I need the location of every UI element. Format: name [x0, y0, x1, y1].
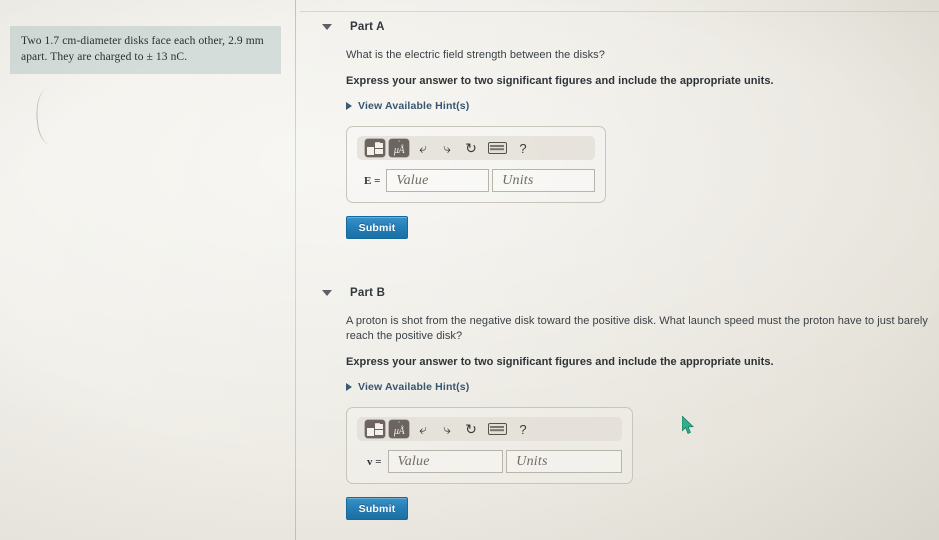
parts-column: Part A What is the electric field streng… — [318, 0, 939, 540]
part-a-variable-label: E = — [364, 174, 381, 187]
reset-icon: ↻ — [465, 140, 477, 156]
part-a-field-row: E = Value Units — [357, 169, 595, 192]
part-a-body: What is the electric field strength betw… — [346, 48, 939, 239]
caret-right-icon — [346, 383, 352, 391]
reset-icon: ↻ — [465, 421, 477, 437]
help-icon: ? — [519, 140, 527, 156]
redo-icon: ⤶ — [443, 140, 451, 156]
part-b-value-placeholder: Value — [397, 453, 430, 469]
part-b-field-row: v = Value Units — [357, 450, 622, 473]
part-a-value-input[interactable]: Value — [386, 169, 490, 192]
part-a-units-input[interactable]: Units — [492, 169, 595, 192]
part-b-units-placeholder: Units — [516, 453, 548, 469]
keyboard-button[interactable] — [484, 139, 510, 157]
keyboard-button[interactable] — [484, 420, 510, 438]
math-template-icon — [365, 420, 385, 438]
part-a-block: Part A What is the electric field streng… — [318, 18, 939, 239]
part-a-instruction: Express your answer to two significant f… — [346, 75, 774, 87]
redo-icon: ⤶ — [443, 421, 451, 437]
keyboard-icon — [487, 423, 507, 435]
part-a-view-hints-label: View Available Hint(s) — [358, 100, 470, 112]
part-b-units-input[interactable]: Units — [506, 450, 622, 473]
part-a-value-placeholder: Value — [396, 172, 429, 188]
part-b-view-hints-link[interactable]: View Available Hint(s) — [346, 381, 469, 393]
caret-down-icon[interactable] — [322, 24, 332, 30]
help-button[interactable]: ? — [512, 420, 534, 438]
page-column-divider — [295, 0, 296, 540]
part-b-instruction: Express your answer to two significant f… — [346, 356, 774, 368]
keyboard-icon — [487, 142, 507, 154]
part-b-view-hints-label: View Available Hint(s) — [358, 381, 470, 393]
reset-button[interactable]: ↻ — [460, 420, 482, 438]
part-b-question: A proton is shot from the negative disk … — [346, 315, 928, 342]
part-b-submit-button[interactable]: Submit — [346, 497, 408, 520]
paper-page: Two 1.7 cm-diameter disks face each othe… — [0, 0, 939, 540]
redo-button[interactable]: ⤶ — [436, 139, 458, 157]
part-a-units-placeholder: Units — [502, 172, 534, 188]
part-a-title: Part A — [350, 21, 385, 33]
help-button[interactable]: ? — [512, 139, 534, 157]
math-symbols-button[interactable]: ° μÅ — [388, 139, 410, 157]
undo-button[interactable]: ⤶ — [412, 420, 434, 438]
part-a-answer-box: ° μÅ ⤶ ⤶ ↻ ? E = Value Units — [346, 126, 606, 203]
part-a-question: What is the electric field strength betw… — [346, 49, 605, 61]
part-b-title: Part B — [350, 287, 386, 299]
math-symbols-button[interactable]: ° μÅ — [388, 420, 410, 438]
redo-button[interactable]: ⤶ — [436, 420, 458, 438]
undo-icon: ⤶ — [419, 421, 427, 437]
help-icon: ? — [519, 421, 527, 437]
math-template-button[interactable] — [364, 139, 386, 157]
problem-statement-panel: Two 1.7 cm-diameter disks face each othe… — [10, 26, 281, 74]
pencil-mark — [31, 86, 68, 146]
part-b-body: A proton is shot from the negative disk … — [346, 314, 939, 520]
math-symbols-icon: ° μÅ — [389, 139, 409, 157]
caret-right-icon — [346, 102, 352, 110]
math-template-icon — [365, 139, 385, 157]
part-b-header[interactable]: Part B — [318, 284, 939, 302]
part-b-value-input[interactable]: Value — [387, 450, 504, 473]
reset-button[interactable]: ↻ — [460, 139, 482, 157]
part-a-math-toolbar: ° μÅ ⤶ ⤶ ↻ ? — [357, 136, 595, 160]
undo-button[interactable]: ⤶ — [412, 139, 434, 157]
problem-statement-text: Two 1.7 cm-diameter disks face each othe… — [21, 35, 264, 63]
part-a-submit-button[interactable]: Submit — [346, 216, 408, 239]
part-b-variable-label: v = — [367, 455, 382, 468]
part-a-view-hints-link[interactable]: View Available Hint(s) — [346, 100, 469, 112]
part-b-math-toolbar: ° μÅ ⤶ ⤶ ↻ ? — [357, 417, 622, 441]
part-b-block: Part B A proton is shot from the negativ… — [318, 284, 939, 520]
part-a-header[interactable]: Part A — [318, 18, 939, 36]
part-b-answer-box: ° μÅ ⤶ ⤶ ↻ ? v = Value Units — [346, 407, 633, 484]
math-symbols-icon: ° μÅ — [389, 420, 409, 438]
undo-icon: ⤶ — [419, 140, 427, 156]
caret-down-icon[interactable] — [322, 290, 332, 296]
math-template-button[interactable] — [364, 420, 386, 438]
